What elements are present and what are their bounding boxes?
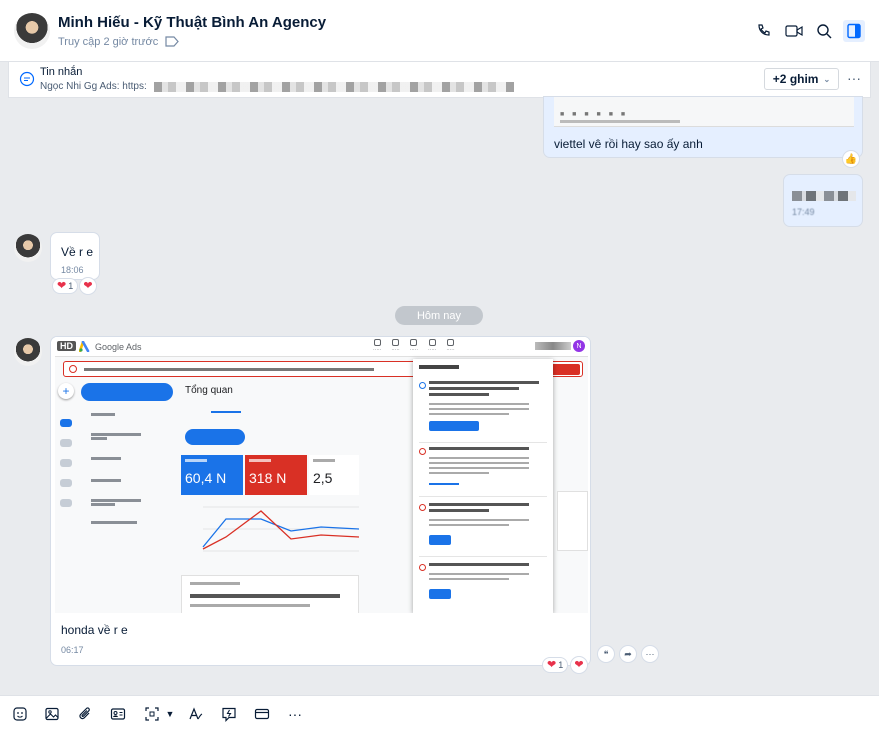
ads-line-chart [202, 506, 359, 552]
more-icon[interactable]: ··· [285, 704, 305, 724]
quote-icon[interactable]: ❝ [597, 645, 615, 663]
stat-card-1: 60,4 N [181, 455, 243, 495]
message-time: 17:49 [792, 207, 815, 217]
message-bubble-outgoing-blurred[interactable]: 17:49 [783, 174, 863, 227]
message-time: 06:17 [61, 645, 84, 655]
pins-dropdown-button[interactable]: +2 ghim ⌄ [764, 68, 839, 90]
like-reaction-icon[interactable]: 👍 [842, 150, 860, 168]
message-icon [19, 71, 35, 87]
call-icon[interactable] [753, 20, 775, 42]
reaction-count: 1 [558, 660, 564, 670]
screenshot-icon[interactable] [142, 704, 162, 724]
sticker-icon[interactable] [10, 704, 30, 724]
day-divider: Hôm nay [395, 306, 483, 325]
ads-topbar: HD Google Ads ····· ····· ····· ····· ····· … [55, 337, 588, 357]
message-text: Về r e [61, 245, 94, 259]
pinned-blurred-link [154, 82, 514, 92]
hd-badge: HD [57, 341, 76, 351]
image-icon[interactable] [42, 704, 62, 724]
search-icon[interactable] [813, 20, 835, 42]
google-ads-logo-icon [79, 341, 90, 352]
more-icon[interactable]: ··· [641, 645, 659, 663]
embedded-screenshot: ■ ■ ■ ■ ■ ■ [554, 97, 854, 127]
stat-value-1: 60,4 N [185, 470, 227, 486]
heart-icon: ❤ [547, 658, 557, 671]
message-bubble-outgoing[interactable]: ■ ■ ■ ■ ■ ■ viettel vê rồi hay sao ấy an… [543, 96, 863, 158]
stat-value-3: 2,5 [313, 470, 333, 486]
ads-notifications-panel [413, 359, 553, 613]
stat-value-2: 318 N [249, 470, 287, 486]
pins-label: +2 ghim [772, 72, 819, 86]
message-text: honda về r e [61, 623, 128, 637]
more-icon[interactable]: ··· [847, 70, 861, 86]
toolbar-glyphs: ■ ■ ■ ■ ■ ■ [560, 111, 629, 118]
tag-icon[interactable] [165, 36, 179, 47]
pinned-title: Tin nhắn [40, 66, 83, 78]
create-icon: + [58, 383, 74, 399]
forward-icon[interactable]: ➦ [619, 645, 637, 663]
heart-react-button[interactable]: ❤ [570, 656, 588, 674]
google-ads-screenshot[interactable]: HD Google Ads ····· ····· ····· ····· ····· … [55, 337, 588, 613]
message-text: viettel vê rồi hay sao ấy anh [554, 137, 703, 151]
alert-text [84, 368, 374, 371]
screenshot-dropdown-icon[interactable]: ▼ [160, 704, 180, 724]
message-bubble-incoming-image[interactable]: HD Google Ads ····· ····· ····· ····· ····· … [50, 336, 591, 666]
overview-pill [81, 383, 173, 401]
stat-card-2: 318 N [245, 455, 307, 495]
blurred-content [792, 191, 856, 201]
ads-right-panel [557, 381, 588, 613]
ads-main: Tổng quan 60,4 N 318 N 2,5 [181, 381, 359, 613]
contact-avatar[interactable] [14, 13, 50, 49]
stat-card-3: 2,5 [309, 455, 359, 495]
sender-avatar[interactable] [14, 234, 42, 262]
pinned-message-bar[interactable]: Tin nhắn Ngọc Nhi Gg Ads: https: +2 ghim… [8, 62, 871, 98]
contact-status: Truy cập 2 giờ trước [58, 36, 159, 48]
conversation-info-icon[interactable] [843, 20, 865, 42]
ads-nav-menu [81, 381, 177, 613]
ads-recommendation-card [181, 575, 359, 613]
reaction-count: 1 [68, 281, 74, 291]
chat-header: Minh Hiếu - Kỹ Thuật Bình An Agency Truy… [0, 0, 879, 62]
ads-nav-icons: ····· ····· ····· ····· ····· [373, 339, 455, 353]
video-call-icon[interactable] [783, 20, 805, 42]
alert-icon [69, 365, 77, 373]
reaction-summary[interactable]: ❤ 1 [542, 657, 569, 673]
message-time: 18:06 [61, 265, 84, 275]
ads-avatar: N [573, 340, 585, 352]
text-format-icon[interactable] [186, 704, 206, 724]
active-tab-indicator [211, 411, 241, 413]
heart-react-button[interactable]: ❤ [79, 277, 97, 295]
composer-toolbar: ▼ ··· [0, 695, 879, 736]
sender-avatar[interactable] [14, 338, 42, 366]
ads-overview-heading: Tổng quan [185, 385, 233, 396]
chevron-down-icon: ⌄ [823, 74, 831, 84]
blurred-account [535, 342, 571, 350]
message-bubble-incoming[interactable]: Về r e 18:06 [50, 232, 100, 280]
pinned-preview: Ngọc Nhi Gg Ads: https: [40, 81, 147, 92]
ads-sidebar: + [55, 381, 77, 613]
heart-icon: ❤ [57, 279, 67, 292]
contact-name[interactable]: Minh Hiếu - Kỹ Thuật Bình An Agency [58, 14, 326, 31]
quick-message-icon[interactable] [219, 704, 239, 724]
attachment-icon[interactable] [75, 704, 95, 724]
text-line [560, 120, 680, 123]
message-actions: ❝ ➦ ··· [597, 645, 659, 663]
contact-card-icon[interactable] [108, 704, 128, 724]
new-campaign-button [185, 429, 245, 445]
ads-title: Google Ads [95, 342, 142, 352]
payment-card-icon[interactable] [252, 704, 272, 724]
reaction-summary[interactable]: ❤ 1 [52, 278, 79, 294]
